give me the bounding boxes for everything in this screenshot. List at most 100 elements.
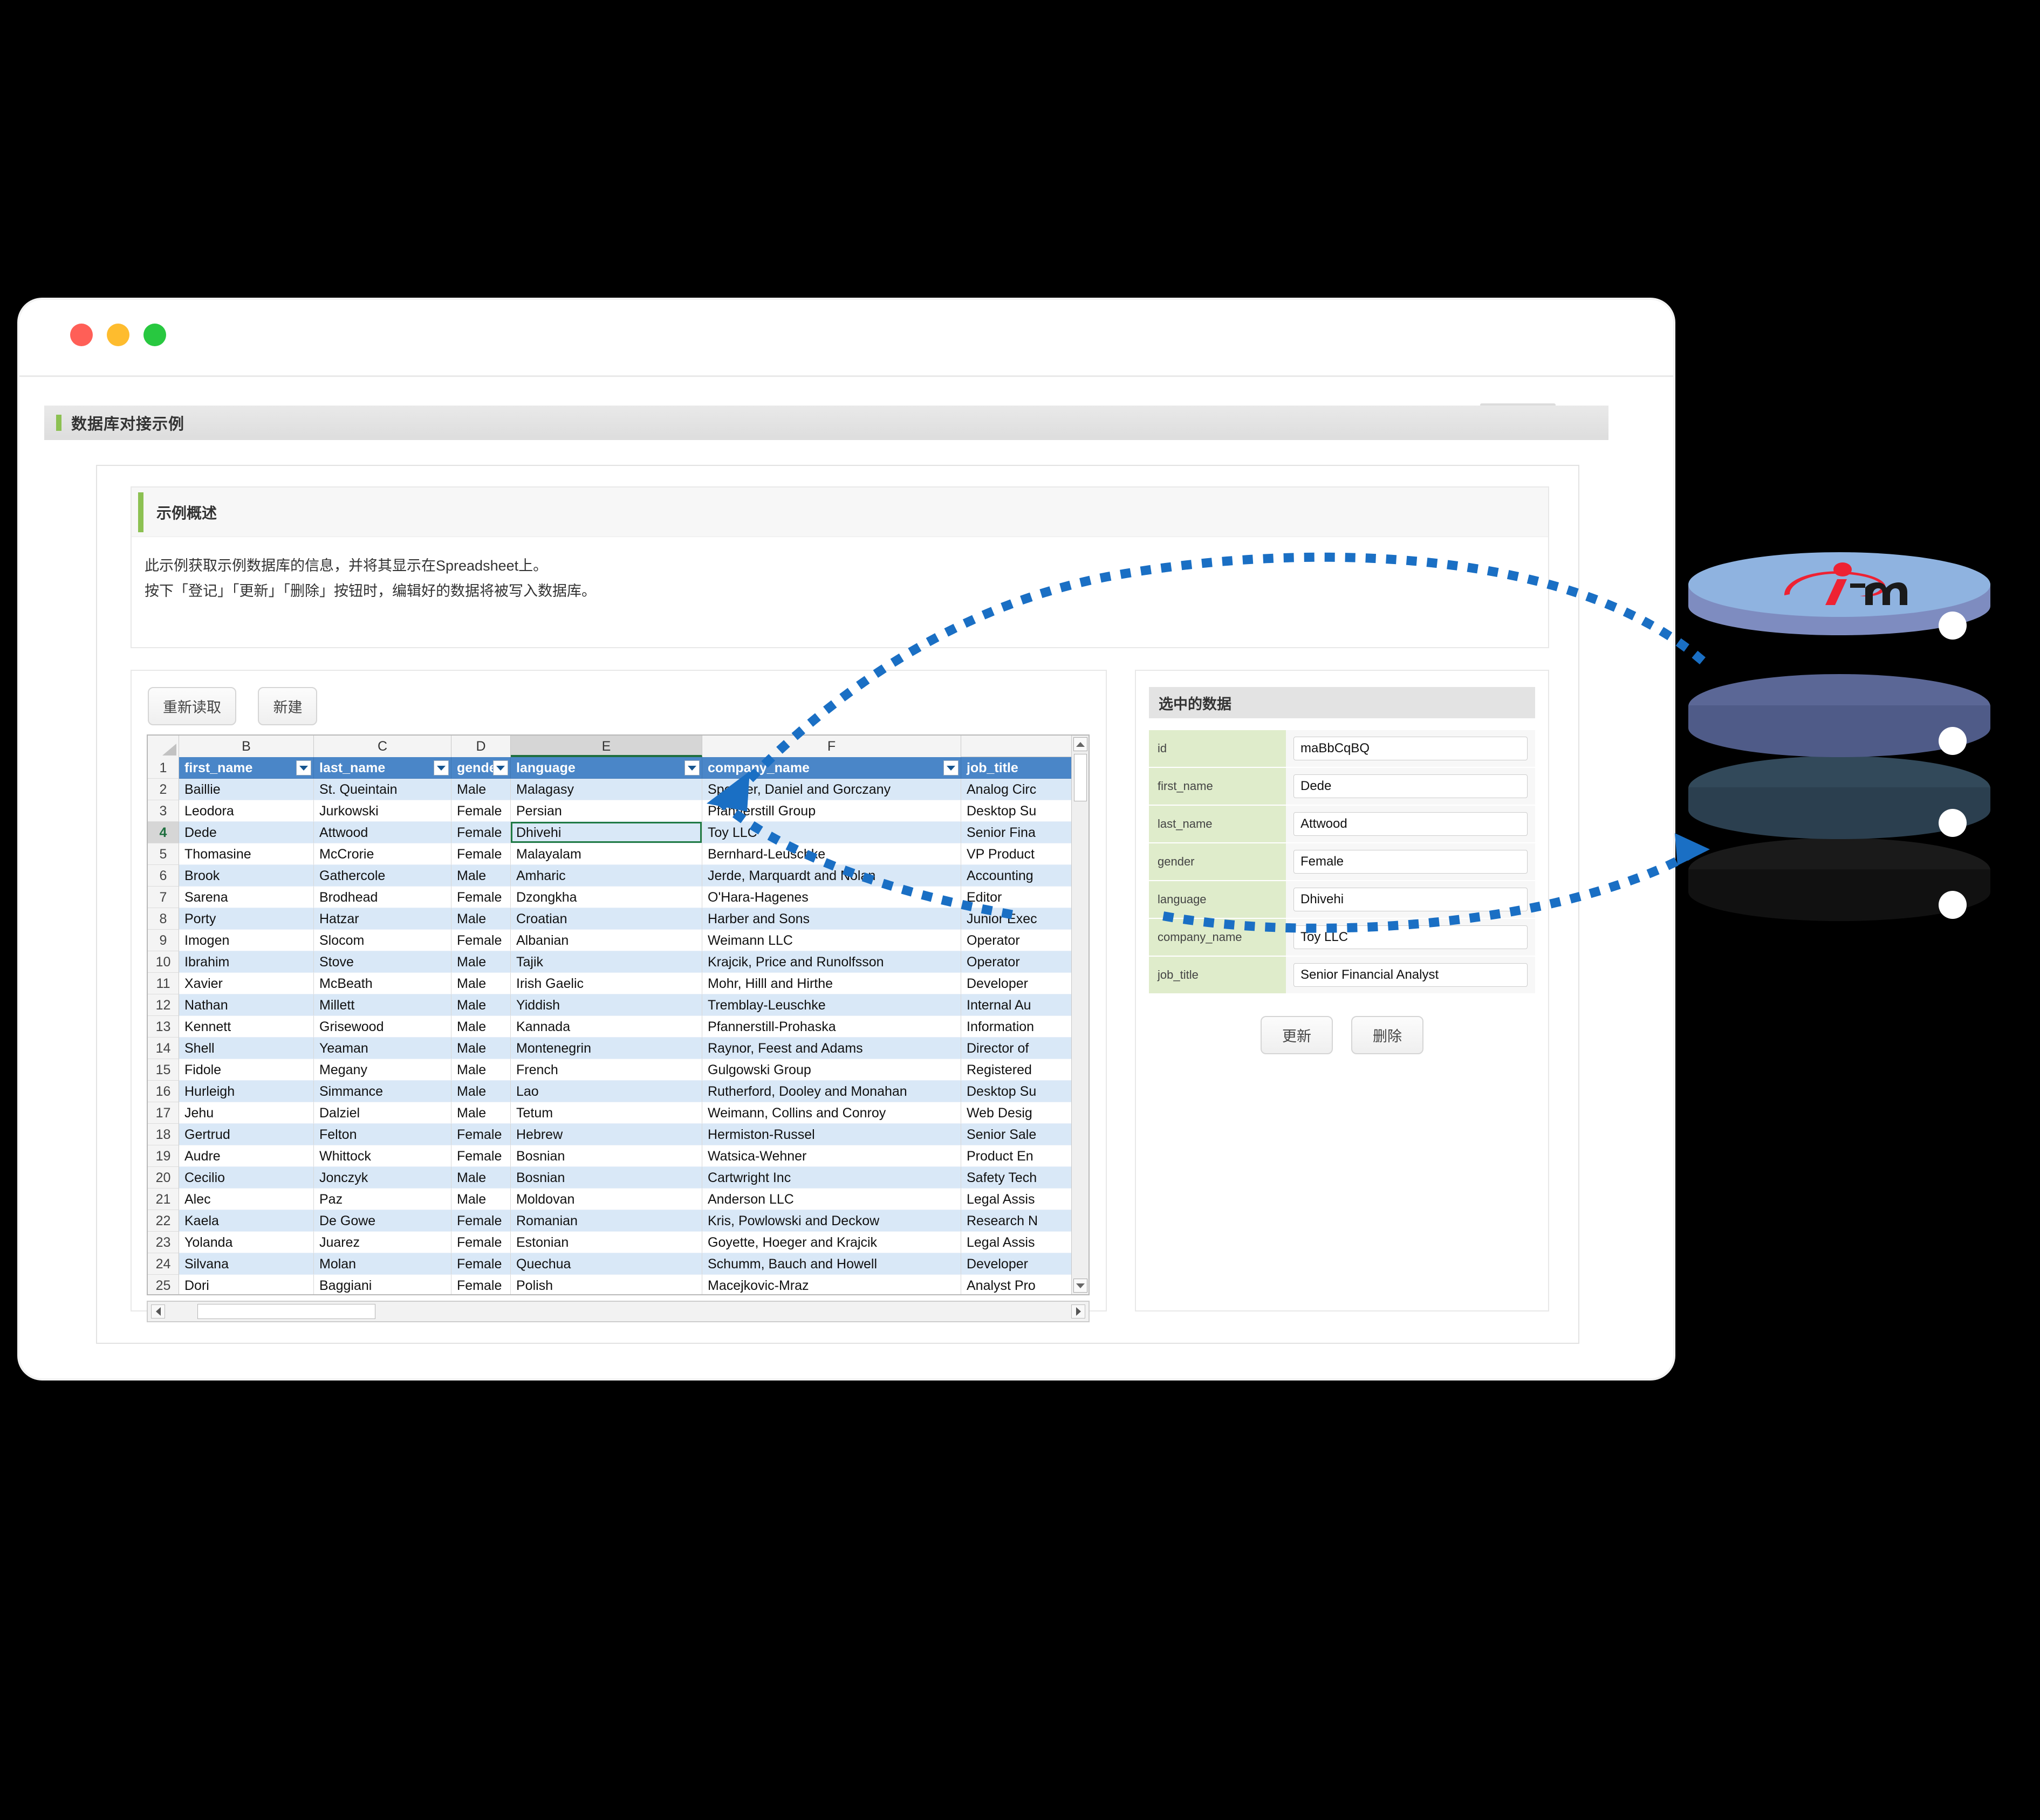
table-row[interactable]: 16 Hurleigh Simmance Male Lao Rutherford, Doo… <box>148 1081 1089 1102</box>
column-field-language[interactable]: language <box>511 757 702 779</box>
table-cell[interactable]: De Gowe <box>314 1210 451 1232</box>
column-field-first_name[interactable]: first_name <box>179 757 314 779</box>
table-cell[interactable]: Raynor, Feest and Adams <box>702 1038 961 1059</box>
table-cell[interactable]: Watsica-Wehner <box>702 1145 961 1167</box>
table-cell[interactable]: Developer <box>961 973 1089 994</box>
table-cell[interactable]: Editor <box>961 887 1089 908</box>
table-cell[interactable]: Hebrew <box>511 1124 702 1145</box>
field-input-company_name[interactable]: Toy LLC <box>1293 925 1528 949</box>
row-number[interactable]: 25 <box>148 1275 179 1294</box>
table-cell[interactable]: Porty <box>179 908 314 930</box>
column-field-last_name[interactable]: last_name <box>314 757 451 779</box>
table-cell[interactable]: Xavier <box>179 973 314 994</box>
filter-dropdown-icon[interactable] <box>493 760 508 775</box>
table-cell[interactable]: Senior Sale <box>961 1124 1089 1145</box>
filter-dropdown-icon[interactable] <box>296 760 311 775</box>
table-cell[interactable]: Anderson LLC <box>702 1189 961 1210</box>
table-cell[interactable]: Macejkovic-Mraz <box>702 1275 961 1294</box>
table-row[interactable]: 12 Nathan Millett Male Yiddish Tremblay-Leusc… <box>148 994 1089 1016</box>
table-cell[interactable]: Schumm, Bauch and Howell <box>702 1253 961 1275</box>
table-cell[interactable]: Quechua <box>511 1253 702 1275</box>
table-cell[interactable]: Ibrahim <box>179 951 314 973</box>
table-cell[interactable]: Male <box>451 1038 511 1059</box>
filter-dropdown-icon[interactable] <box>684 760 700 775</box>
row-number[interactable]: 19 <box>148 1145 179 1167</box>
table-cell[interactable]: Alec <box>179 1189 314 1210</box>
table-cell[interactable]: Analog Circ <box>961 779 1089 800</box>
table-row[interactable]: 19 Audre Whittock Female Bosnian Watsica-Wehn… <box>148 1145 1089 1167</box>
table-cell[interactable]: Female <box>451 1275 511 1294</box>
table-cell[interactable]: Female <box>451 1145 511 1167</box>
filter-dropdown-icon[interactable] <box>1089 760 1090 775</box>
delete-button[interactable]: 删除 <box>1351 1016 1423 1054</box>
row-number[interactable]: 18 <box>148 1124 179 1145</box>
table-cell[interactable]: Polish <box>511 1275 702 1294</box>
table-cell[interactable]: Megany <box>314 1059 451 1081</box>
table-cell[interactable]: Registered <box>961 1059 1089 1081</box>
table-cell[interactable]: Paz <box>314 1189 451 1210</box>
table-cell[interactable]: Hatzar <box>314 908 451 930</box>
scroll-down-arrow-icon[interactable] <box>1073 1279 1087 1293</box>
table-cell[interactable]: Mohr, Hilll and Hirthe <box>702 973 961 994</box>
table-cell[interactable]: Female <box>451 1210 511 1232</box>
scroll-up-arrow-icon[interactable] <box>1073 737 1087 751</box>
table-cell[interactable]: Kris, Powlowski and Deckow <box>702 1210 961 1232</box>
table-cell[interactable]: O'Hara-Hagenes <box>702 887 961 908</box>
table-cell[interactable]: Goyette, Hoeger and Krajcik <box>702 1232 961 1253</box>
table-cell[interactable]: Male <box>451 1059 511 1081</box>
table-cell[interactable]: Croatian <box>511 908 702 930</box>
table-cell[interactable]: Krajcik, Price and Runolfsson <box>702 951 961 973</box>
table-cell[interactable]: Attwood <box>314 822 451 843</box>
row-number[interactable]: 6 <box>148 865 179 887</box>
table-cell[interactable]: Director of <box>961 1038 1089 1059</box>
table-row[interactable]: 4 Dede Attwood Female Dhivehi Toy LLC Senior F… <box>148 822 1089 843</box>
table-cell[interactable]: Thomasine <box>179 843 314 865</box>
row-number[interactable]: 10 <box>148 951 179 973</box>
table-cell[interactable]: Male <box>451 951 511 973</box>
row-number[interactable]: 17 <box>148 1102 179 1124</box>
table-cell[interactable]: Developer <box>961 1253 1089 1275</box>
row-number[interactable]: 7 <box>148 887 179 908</box>
table-cell[interactable]: Bosnian <box>511 1145 702 1167</box>
table-row[interactable]: 17 Jehu Dalziel Male Tetum Weimann, Collins a… <box>148 1102 1089 1124</box>
table-cell[interactable]: Yeaman <box>314 1038 451 1059</box>
table-cell[interactable]: Estonian <box>511 1232 702 1253</box>
table-cell[interactable]: Harber and Sons <box>702 908 961 930</box>
table-row[interactable]: 14 Shell Yeaman Male Montenegrin Raynor, Fees… <box>148 1038 1089 1059</box>
table-cell[interactable]: Kennett <box>179 1016 314 1038</box>
field-input-language[interactable]: Dhivehi <box>1293 888 1528 911</box>
table-cell[interactable]: Rutherford, Dooley and Monahan <box>702 1081 961 1102</box>
table-row[interactable]: 15 Fidole Megany Male French Gulgowski Group R… <box>148 1059 1089 1081</box>
table-row[interactable]: 24 Silvana Molan Female Quechua Schumm, Bauch… <box>148 1253 1089 1275</box>
table-cell[interactable]: Weimann, Collins and Conroy <box>702 1102 961 1124</box>
table-cell[interactable]: Female <box>451 822 511 843</box>
column-header-c[interactable]: C <box>314 736 451 757</box>
table-row[interactable]: 8 Porty Hatzar Male Croatian Harber and Sons J… <box>148 908 1089 930</box>
table-cell[interactable]: Dalziel <box>314 1102 451 1124</box>
table-cell[interactable]: Male <box>451 1167 511 1189</box>
row-number[interactable]: 24 <box>148 1253 179 1275</box>
horizontal-scroll-thumb[interactable] <box>197 1304 375 1319</box>
table-cell[interactable]: French <box>511 1059 702 1081</box>
table-row[interactable]: 25 Dori Baggiani Female Polish Macejkovic-Mra… <box>148 1275 1089 1294</box>
update-button[interactable]: 更新 <box>1261 1016 1333 1054</box>
table-cell[interactable]: Product En <box>961 1145 1089 1167</box>
table-cell[interactable]: Male <box>451 1081 511 1102</box>
filter-dropdown-icon[interactable] <box>943 760 959 775</box>
table-cell[interactable]: Albanian <box>511 930 702 951</box>
new-record-button[interactable]: 新建 <box>258 687 318 725</box>
table-cell[interactable]: VP Product <box>961 843 1089 865</box>
table-cell[interactable]: Operator <box>961 930 1089 951</box>
table-cell[interactable]: Baggiani <box>314 1275 451 1294</box>
table-cell[interactable]: Romanian <box>511 1210 702 1232</box>
table-cell[interactable]: Lao <box>511 1081 702 1102</box>
table-cell[interactable]: Research N <box>961 1210 1089 1232</box>
table-row[interactable]: 11 Xavier McBeath Male Irish Gaelic Mohr, Hil… <box>148 973 1089 994</box>
minimize-button[interactable] <box>107 324 129 346</box>
table-cell[interactable]: Shell <box>179 1038 314 1059</box>
table-cell[interactable]: Jehu <box>179 1102 314 1124</box>
close-button[interactable] <box>70 324 93 346</box>
table-cell[interactable]: Grisewood <box>314 1016 451 1038</box>
table-cell[interactable]: Cecilio <box>179 1167 314 1189</box>
table-cell[interactable]: Tetum <box>511 1102 702 1124</box>
